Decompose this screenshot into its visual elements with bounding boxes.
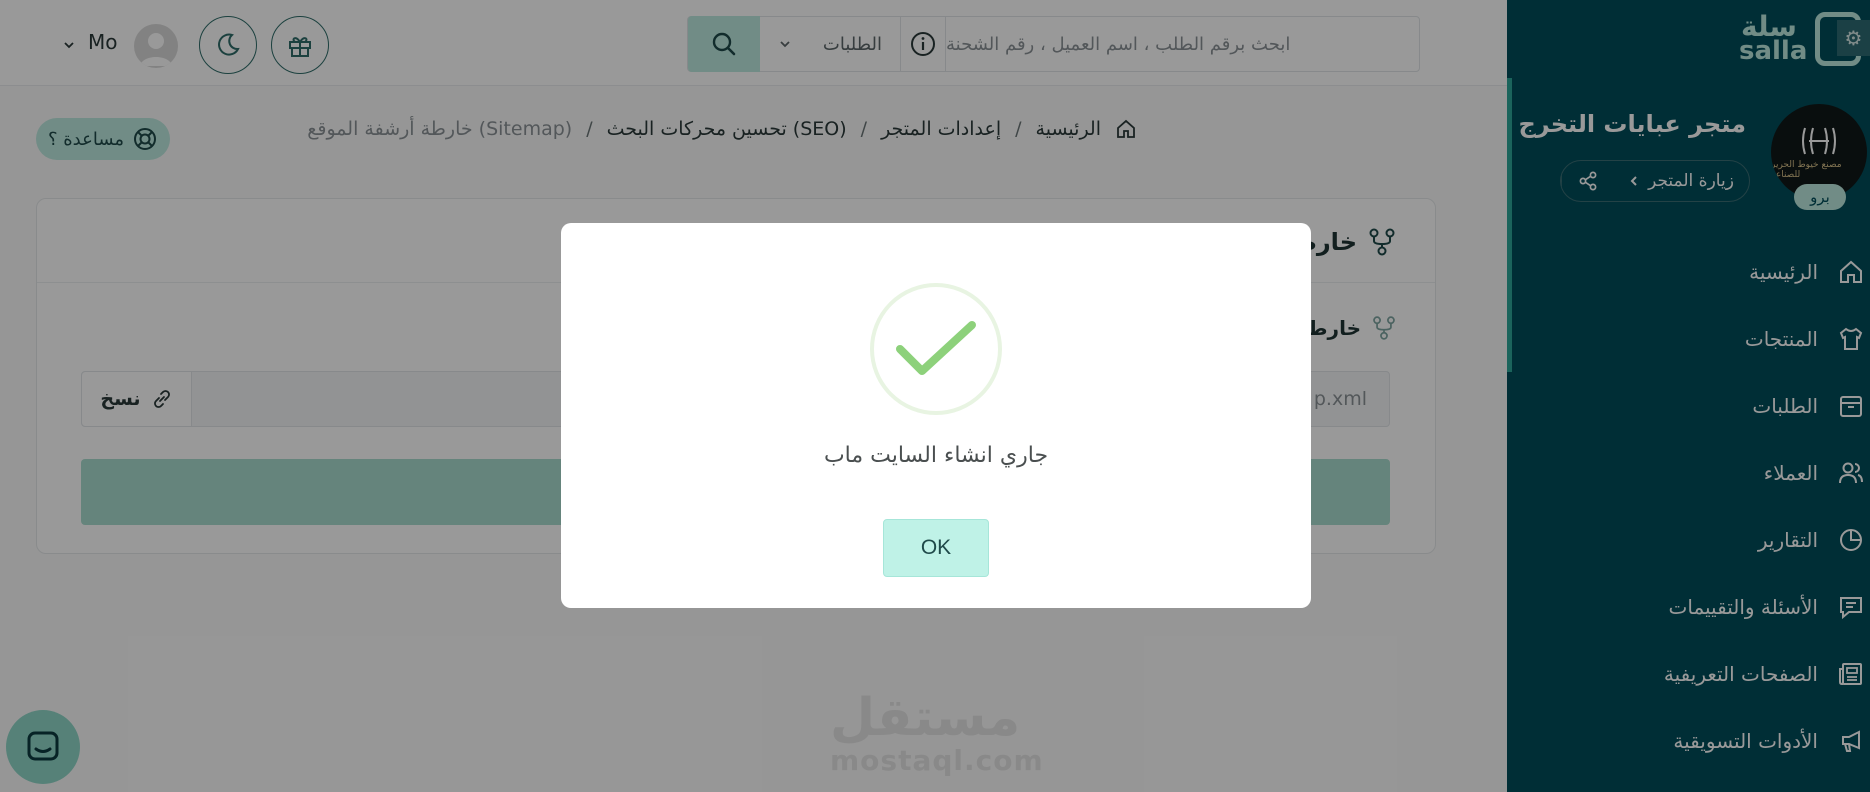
dialog-message: جاري انشاء السايت ماب bbox=[823, 443, 1049, 468]
success-icon-ring bbox=[870, 283, 1002, 415]
checkmark-icon bbox=[896, 321, 976, 375]
success-dialog: جاري انشاء السايت ماب OK bbox=[561, 223, 1311, 608]
ok-button[interactable]: OK bbox=[883, 519, 989, 577]
